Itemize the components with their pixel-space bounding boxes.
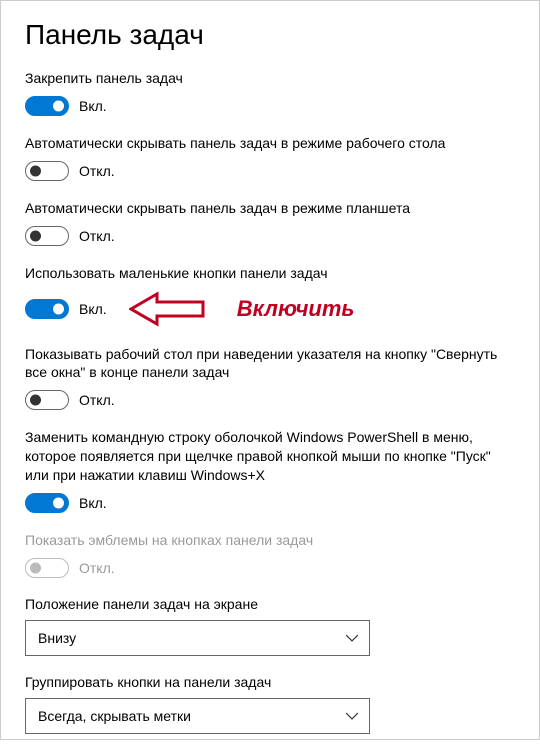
- setting-powershell: Заменить командную строку оболочкой Wind…: [25, 428, 515, 513]
- setting-label: Показывать рабочий стол при наведении ук…: [25, 345, 515, 383]
- toggle-autohide-tablet[interactable]: [25, 226, 69, 246]
- toggle-state: Откл.: [79, 163, 115, 179]
- toggle-lock-taskbar[interactable]: [25, 96, 69, 116]
- setting-badges: Показать эмблемы на кнопках панели задач…: [25, 531, 515, 578]
- setting-small-buttons: Использовать маленькие кнопки панели зад…: [25, 264, 515, 327]
- setting-label: Автоматически скрывать панель задач в ре…: [25, 134, 515, 153]
- toggle-state: Откл.: [79, 228, 115, 244]
- setting-label: Использовать маленькие кнопки панели зад…: [25, 264, 515, 283]
- dropdown-value: Всегда, скрывать метки: [38, 708, 191, 724]
- page-title: Панель задач: [25, 19, 515, 51]
- toggle-state: Вкл.: [79, 495, 107, 511]
- dropdown-value: Внизу: [38, 630, 76, 646]
- dropdown-label-position: Положение панели задач на экране: [25, 596, 515, 612]
- dropdown-grouping[interactable]: Всегда, скрывать метки: [25, 698, 370, 734]
- dropdown-position[interactable]: Внизу: [25, 620, 370, 656]
- left-arrow-icon: [129, 291, 219, 327]
- setting-peek-desktop: Показывать рабочий стол при наведении ук…: [25, 345, 515, 411]
- toggle-small-buttons[interactable]: [25, 299, 69, 319]
- toggle-state: Вкл.: [79, 98, 107, 114]
- toggle-autohide-desktop[interactable]: [25, 161, 69, 181]
- setting-label: Заменить командную строку оболочкой Wind…: [25, 428, 515, 485]
- toggle-badges: [25, 558, 69, 578]
- toggle-powershell[interactable]: [25, 493, 69, 513]
- toggle-state: Откл.: [79, 392, 115, 408]
- toggle-state: Вкл.: [79, 301, 107, 317]
- callout-arrow: Включить: [129, 291, 355, 327]
- dropdown-label-grouping: Группировать кнопки на панели задач: [25, 674, 515, 690]
- setting-label: Закрепить панель задач: [25, 69, 515, 88]
- setting-autohide-tablet: Автоматически скрывать панель задач в ре…: [25, 199, 515, 246]
- toggle-peek-desktop[interactable]: [25, 390, 69, 410]
- setting-label: Показать эмблемы на кнопках панели задач: [25, 531, 515, 550]
- setting-autohide-desktop: Автоматически скрывать панель задач в ре…: [25, 134, 515, 181]
- setting-lock-taskbar: Закрепить панель задач Вкл.: [25, 69, 515, 116]
- chevron-down-icon: [345, 631, 359, 645]
- chevron-down-icon: [345, 709, 359, 723]
- setting-label: Автоматически скрывать панель задач в ре…: [25, 199, 515, 218]
- callout-text: Включить: [237, 296, 355, 322]
- toggle-state: Откл.: [79, 560, 115, 576]
